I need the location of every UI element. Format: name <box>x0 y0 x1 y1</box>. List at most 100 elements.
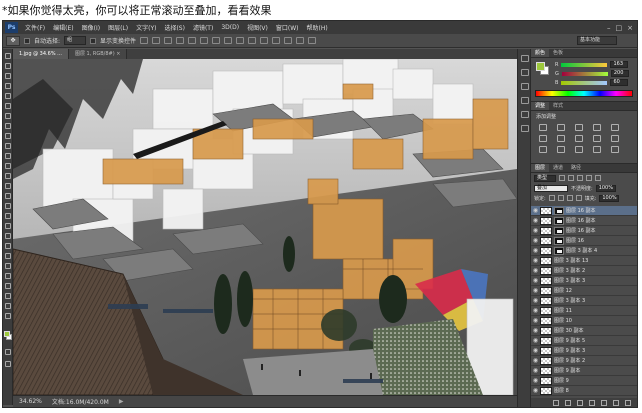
align-top-icon[interactable] <box>140 37 149 44</box>
eye-visibility-icon[interactable]: ◉ <box>531 367 540 374</box>
menu-filter[interactable]: 滤镜(T) <box>189 23 217 32</box>
eraser-tool-icon[interactable] <box>5 153 11 159</box>
properties-panel-icon[interactable] <box>521 97 529 104</box>
document-canvas[interactable] <box>13 59 517 395</box>
layer-row[interactable]: ◉ 图层 3 副本 13 <box>531 256 637 266</box>
layer-row[interactable]: ◉ 图层 30 副本 <box>531 326 637 336</box>
eye-visibility-icon[interactable]: ◉ <box>531 247 540 254</box>
filter-pixel-icon[interactable] <box>559 175 565 181</box>
layer-filter-dropdown[interactable]: 类型 <box>534 174 556 182</box>
blend-mode-dropdown[interactable]: 叠加 <box>534 184 568 192</box>
align-right-icon[interactable] <box>200 37 209 44</box>
levels-icon[interactable] <box>557 124 565 131</box>
blur-tool-icon[interactable] <box>5 173 11 179</box>
eye-visibility-icon[interactable]: ◉ <box>531 267 540 274</box>
filter-type-icon[interactable] <box>577 175 583 181</box>
menu-help[interactable]: 帮助(H) <box>303 23 332 32</box>
filter-smart-object-icon[interactable] <box>595 175 601 181</box>
distribute-top-icon[interactable] <box>212 37 221 44</box>
layer-row[interactable]: ◉ 图层 9 副本 3 <box>531 346 637 356</box>
eye-visibility-icon[interactable]: ◉ <box>531 387 540 394</box>
channel-mixer-icon[interactable] <box>611 135 619 142</box>
distribute-center-icon[interactable] <box>260 37 269 44</box>
tab-document-1[interactable]: 1.jpg @ 34.6% ... <box>13 49 69 59</box>
quick-select-tool-icon[interactable] <box>5 83 11 89</box>
eyedropper-tool-icon[interactable] <box>5 103 11 109</box>
distribute-bottom-icon[interactable] <box>236 37 245 44</box>
eye-visibility-icon[interactable]: ◉ <box>531 327 540 334</box>
rotate-view-tool-icon[interactable] <box>5 263 11 269</box>
auto-select-checkbox[interactable] <box>24 37 30 44</box>
maximize-icon[interactable]: □ <box>616 24 623 32</box>
slice-tool-icon[interactable] <box>5 303 11 309</box>
lock-position-icon[interactable] <box>566 195 573 201</box>
sponge-tool-icon[interactable] <box>5 313 11 319</box>
menu-3d[interactable]: 3D(D) <box>217 24 243 31</box>
tab-paths[interactable]: 路径 <box>567 164 585 172</box>
clone-stamp-tool-icon[interactable] <box>5 133 11 139</box>
color-spectrum-bar[interactable] <box>535 90 633 97</box>
screen-mode-icon[interactable] <box>5 361 11 367</box>
note-tool-icon[interactable] <box>5 273 11 279</box>
invert-icon[interactable] <box>539 146 547 153</box>
distribute-left-icon[interactable] <box>248 37 257 44</box>
menu-image[interactable]: 图像(I) <box>78 23 104 32</box>
info-panel-icon[interactable] <box>521 83 529 90</box>
menu-layer[interactable]: 图层(L) <box>104 23 132 32</box>
auto-select-dropdown[interactable]: 组 <box>64 36 87 45</box>
layer-row[interactable]: ◉ 图层 12 <box>531 286 637 296</box>
tab-styles[interactable]: 样式 <box>549 102 567 110</box>
minimize-icon[interactable]: – <box>607 24 611 32</box>
close-icon[interactable]: × <box>627 24 633 32</box>
exposure-icon[interactable] <box>593 124 601 131</box>
3d-roll-icon[interactable] <box>296 37 305 44</box>
layer-row[interactable]: ◉ 图层 16 副本 <box>531 226 637 236</box>
eye-visibility-icon[interactable]: ◉ <box>531 337 540 344</box>
brush-tool-icon[interactable] <box>5 123 11 129</box>
tab-color[interactable]: 颜色 <box>531 49 550 57</box>
vibrance-icon[interactable] <box>611 124 619 131</box>
eye-visibility-icon[interactable]: ◉ <box>531 357 540 364</box>
eye-visibility-icon[interactable]: ◉ <box>531 237 540 244</box>
hand-tool-icon[interactable] <box>5 243 11 249</box>
align-middle-icon[interactable] <box>152 37 161 44</box>
3d-tool-icon[interactable] <box>5 233 11 239</box>
curves-icon[interactable] <box>575 124 583 131</box>
color-foreground-swatch[interactable] <box>536 62 545 71</box>
history-panel-icon[interactable] <box>521 55 529 62</box>
show-transform-checkbox[interactable] <box>90 37 97 44</box>
eye-visibility-icon[interactable]: ◉ <box>531 277 540 284</box>
tab-swatches[interactable]: 色板 <box>549 49 567 57</box>
layer-row[interactable]: ◉ 图层 3 副本 3 <box>531 296 637 306</box>
filter-adjustment-icon[interactable] <box>568 175 574 181</box>
layer-row[interactable]: ◉ 图层 10 <box>531 316 637 326</box>
layer-mask-thumbnail[interactable] <box>554 236 564 245</box>
align-left-icon[interactable] <box>176 37 185 44</box>
marquee-tool-icon[interactable] <box>5 63 11 69</box>
eye-visibility-icon[interactable]: ◉ <box>531 217 540 224</box>
align-center-icon[interactable] <box>188 37 197 44</box>
history-brush-tool-icon[interactable] <box>5 143 11 149</box>
quick-mask-icon[interactable] <box>5 349 11 355</box>
align-bottom-icon[interactable] <box>164 37 173 44</box>
eye-visibility-icon[interactable]: ◉ <box>531 377 540 384</box>
healing-brush-tool-icon[interactable] <box>5 113 11 119</box>
eye-visibility-icon[interactable]: ◉ <box>531 297 540 304</box>
lock-image-icon[interactable] <box>557 195 564 201</box>
distribute-middle-icon[interactable] <box>224 37 233 44</box>
dodge-tool-icon[interactable] <box>5 183 11 189</box>
opacity-input[interactable]: 100% <box>595 184 616 192</box>
zoom-tool-icon[interactable] <box>5 253 11 259</box>
filter-shape-icon[interactable] <box>586 175 592 181</box>
green-channel-slider[interactable] <box>561 71 608 76</box>
eye-visibility-icon[interactable]: ◉ <box>531 317 540 324</box>
menu-file[interactable]: 文件(F) <box>21 23 49 32</box>
move-tool-icon[interactable] <box>5 53 11 59</box>
brightness-contrast-icon[interactable] <box>539 124 547 131</box>
paragraph-panel-icon[interactable] <box>521 125 529 132</box>
link-layers-icon[interactable] <box>553 400 559 406</box>
new-layer-icon[interactable] <box>613 400 619 406</box>
lock-all-icon[interactable] <box>575 195 582 201</box>
layer-row[interactable]: ◉ 图层 16 副本 <box>531 216 637 226</box>
posterize-icon[interactable] <box>557 146 565 153</box>
